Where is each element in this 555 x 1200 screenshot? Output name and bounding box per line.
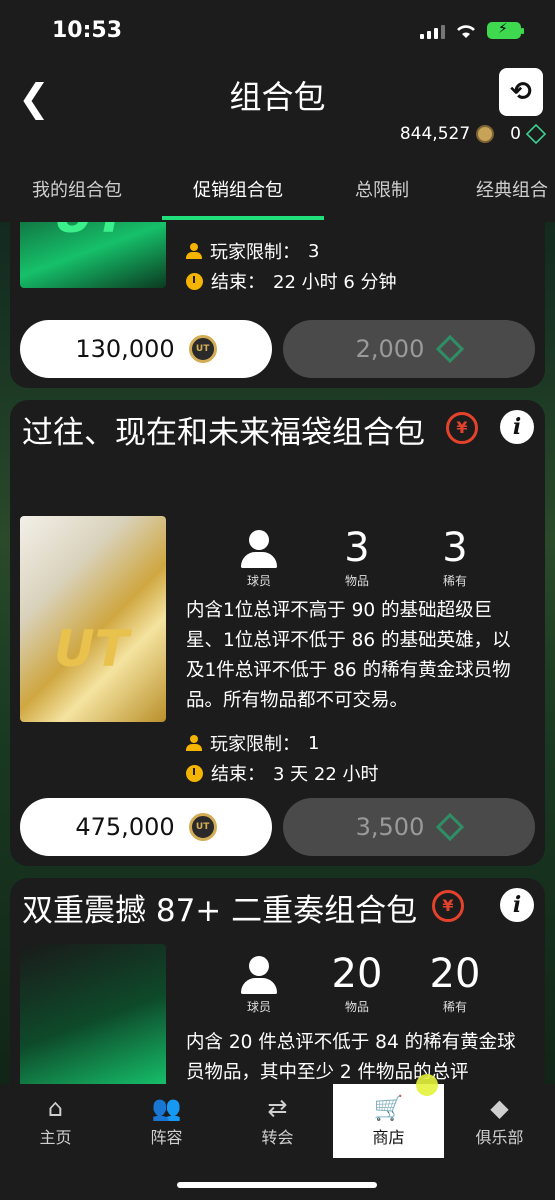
person-icon (186, 735, 202, 751)
player-icon (241, 956, 277, 996)
tab-my-packs[interactable]: 我的组合包 (32, 176, 122, 202)
status-time: 10:53 (52, 18, 123, 43)
wifi-icon (457, 24, 475, 38)
end-value: 3 天 22 小时 (273, 764, 379, 785)
nav-transfer[interactable]: ⇄ 转会 (222, 1084, 333, 1158)
player-limit-label: 玩家限制： (210, 242, 300, 263)
buy-with-points-button[interactable]: 2,000 (283, 320, 535, 378)
status-bar: 10:53 ⚡ (0, 0, 555, 62)
stat-players: 球员 (214, 526, 304, 589)
timer-icon (186, 272, 203, 290)
currency-balances: 844,527 0 (399, 123, 547, 145)
pack-card-3[interactable]: 双重震撼 87+ 二重奏组合包 ¥ i UT 球员 20 物品 20 稀有 内含… (10, 878, 545, 1084)
pack-image: UT (20, 516, 166, 722)
squad-icon: 👥 (151, 1094, 182, 1122)
end-label: 结束： (211, 764, 265, 785)
player-limit-value: 1 (308, 732, 320, 754)
coin-icon (476, 125, 495, 143)
pack-card-1[interactable]: UT 玩家限制： 3 结束： 22 小时 6 分钟 130,000 UT 2,0… (10, 222, 545, 388)
untradeable-icon: ¥ (432, 890, 464, 922)
coin-balance: 844,527 (399, 124, 471, 144)
active-tab-indicator (162, 216, 324, 220)
player-limit-row: 玩家限制： 3 (186, 238, 319, 264)
nav-squad[interactable]: 👥 阵容 (111, 1084, 222, 1158)
home-icon: ⌂ (47, 1094, 64, 1122)
fc-points-icon (525, 123, 547, 145)
battery-charging-icon: ⚡ (487, 21, 524, 39)
player-limit-row: 玩家限制： 1 (186, 730, 319, 756)
buy-with-points-button[interactable]: 3,500 (283, 798, 535, 856)
end-value: 22 小时 6 分钟 (273, 272, 397, 293)
tab-promo-packs[interactable]: 促销组合包 (193, 176, 283, 202)
stat-rare: 20 稀有 (429, 951, 481, 1014)
pack-card-2[interactable]: 过往、现在和未来福袋组合包 ¥ i UT 球员 3 物品 3 稀有 内含1位总评… (10, 400, 545, 866)
pack-image: UT (20, 222, 166, 288)
coin-icon: UT (188, 335, 217, 363)
points-price: 3,500 (355, 813, 425, 841)
coin-icon: UT (188, 813, 217, 841)
buy-with-coins-button[interactable]: 130,000 UT (20, 320, 272, 378)
player-limit-label: 玩家限制： (210, 734, 300, 755)
points-balance: 0 (510, 124, 521, 144)
stat-items: 3 物品 (344, 525, 370, 588)
end-label: 结束： (211, 272, 265, 293)
pack-title: 过往、现在和未来福袋组合包 (22, 415, 425, 451)
nav-home[interactable]: ⌂ 主页 (0, 1084, 111, 1158)
pack-description: 内含 20 件总评不低于 84 的稀有黄金球员物品，其中至少 2 件物品的总评 (186, 1032, 516, 1083)
pack-swap-button[interactable]: ⟲ (499, 68, 543, 116)
player-limit-value: 3 (308, 240, 320, 262)
buy-with-coins-button[interactable]: 475,000 UT (20, 798, 272, 856)
pack-image: UT (20, 944, 166, 1084)
tab-total-limit[interactable]: 总限制 (355, 176, 409, 202)
info-icon[interactable]: i (500, 888, 534, 922)
untradeable-icon: ¥ (446, 412, 478, 444)
fc-points-icon (438, 337, 462, 361)
timer-icon (186, 764, 203, 782)
nav-club[interactable]: ◆ 俱乐部 (444, 1084, 555, 1158)
stat-rare: 3 稀有 (442, 525, 468, 588)
info-icon[interactable]: i (500, 410, 534, 444)
stat-items: 20 物品 (331, 951, 383, 1014)
page-title: 组合包 (229, 78, 326, 116)
transfer-icon: ⇄ (267, 1094, 288, 1122)
status-icons: ⚡ (420, 21, 524, 39)
fc-points-icon (438, 815, 462, 839)
club-icon: ◆ (490, 1094, 509, 1122)
cart-icon: 🛒 (373, 1094, 404, 1122)
stat-players: 球员 (214, 952, 304, 1015)
cellular-signal-icon (420, 23, 445, 39)
app-header: ❮ 组合包 ⟲ 844,527 0 (0, 62, 555, 158)
points-price: 2,000 (355, 335, 425, 363)
tab-bar: 我的组合包 促销组合包 总限制 经典组合 (0, 158, 555, 222)
touch-indicator (416, 1074, 438, 1096)
person-icon (186, 243, 202, 259)
pack-title: 双重震撼 87+ 二重奏组合包 (22, 893, 418, 929)
home-indicator[interactable] (177, 1182, 377, 1188)
coin-price: 475,000 (75, 813, 175, 841)
end-time-row: 结束： 3 天 22 小时 (186, 760, 379, 786)
pack-description: 内含1位总评不高于 90 的基础超级巨星、1位总评不低于 86 的基础英雄，以及… (186, 600, 511, 711)
player-icon (241, 530, 277, 570)
end-time-row: 结束： 22 小时 6 分钟 (186, 268, 397, 294)
coin-price: 130,000 (75, 335, 175, 363)
tab-classic-packs[interactable]: 经典组合 (476, 176, 548, 202)
